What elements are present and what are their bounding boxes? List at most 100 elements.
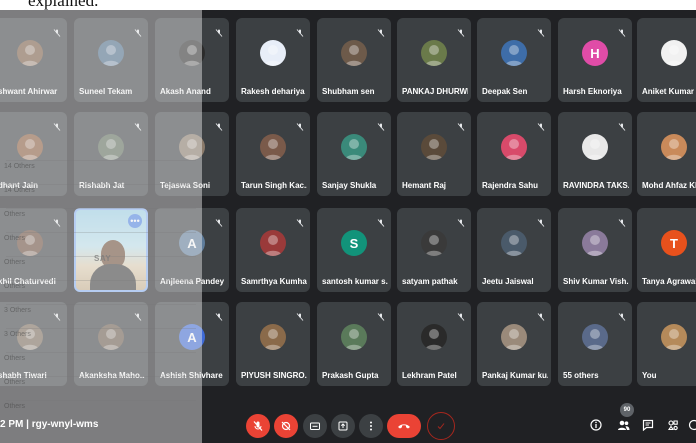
mic-muted-icon	[457, 24, 465, 37]
mic-off-button[interactable]	[246, 414, 270, 438]
participant-name: Aniket Kumar	[642, 87, 695, 96]
participant-name: santosh kumar s...	[322, 277, 388, 286]
mic-muted-icon	[457, 214, 465, 227]
camera-off-icon	[281, 421, 291, 431]
meeting-code: 2 PM | rgy-wnyl-wms	[0, 419, 99, 430]
overlay-row-divider	[6, 208, 196, 209]
participant-name: Shiv Kumar Vish...	[563, 277, 629, 286]
people-icon	[618, 420, 630, 430]
mic-muted-icon	[537, 24, 545, 37]
participant-tile[interactable]: Sanjay Shukla	[317, 112, 391, 196]
participant-avatar	[501, 230, 527, 256]
participant-name: Rajendra Sahu	[482, 181, 539, 190]
participant-tile[interactable]: Tarun Singh Kac...	[236, 112, 310, 196]
participant-tile[interactable]: Aniket Kumar	[637, 18, 696, 102]
activities-button[interactable]	[667, 418, 679, 436]
participant-tile[interactable]: Rakesh dehariya	[236, 18, 310, 102]
participant-name: Rakesh dehariya	[241, 87, 305, 96]
overlay-row-label: 14 Others	[4, 187, 35, 194]
participant-tile[interactable]: PANKAJ DHURWE	[397, 18, 471, 102]
more-options-button[interactable]	[359, 414, 383, 438]
overlay-row-divider	[6, 376, 196, 377]
participant-avatar	[501, 40, 527, 66]
camera-off-button[interactable]	[274, 414, 298, 438]
overlay-row-label: Others	[4, 235, 26, 242]
mic-muted-icon	[296, 214, 304, 227]
mic-muted-icon	[618, 308, 626, 321]
chat-button[interactable]	[642, 418, 654, 436]
mic-muted-icon	[537, 118, 545, 131]
host-controls-icon	[688, 419, 696, 431]
mic-muted-icon	[296, 118, 304, 131]
overlay-row-label: 3 Others	[4, 307, 31, 314]
participant-tile[interactable]: Prakash Gupta	[317, 302, 391, 386]
overlay-row-divider	[6, 160, 196, 161]
mic-muted-icon	[457, 308, 465, 321]
check-icon	[437, 423, 445, 430]
participant-avatar	[341, 134, 367, 160]
mic-muted-icon	[537, 214, 545, 227]
participant-avatar: H	[582, 40, 608, 66]
participant-tile[interactable]: You	[637, 302, 696, 386]
overlay-row-divider	[6, 184, 196, 185]
participant-name: Hemant Raj	[402, 181, 447, 190]
overlay-row-divider	[6, 232, 196, 233]
participant-tile[interactable]: Jeetu Jaiswal	[477, 208, 551, 292]
participant-tile[interactable]: Deepak Sen	[477, 18, 551, 102]
people-button[interactable]	[617, 418, 630, 436]
participant-tile[interactable]: 55 others	[558, 302, 632, 386]
participant-tile[interactable]: RAVINDRA TAKS...	[558, 112, 632, 196]
participant-tile[interactable]: Pankaj Kumar ku...	[477, 302, 551, 386]
participant-tile[interactable]: satyam pathak	[397, 208, 471, 292]
participant-tile[interactable]: Rajendra Sahu	[477, 112, 551, 196]
participant-avatar	[661, 40, 687, 66]
present-button[interactable]	[331, 414, 355, 438]
participant-name: Jeetu Jaiswal	[482, 277, 534, 286]
mic-muted-icon	[377, 214, 385, 227]
mic-muted-icon	[457, 118, 465, 131]
mic-muted-icon	[537, 308, 545, 321]
participant-avatar	[260, 134, 286, 160]
participant-tile[interactable]: T Tanya Agrawal	[637, 208, 696, 292]
host-controls-button[interactable]	[688, 418, 696, 436]
mic-muted-icon	[215, 118, 223, 131]
participant-tile[interactable]: Shiv Kumar Vish...	[558, 208, 632, 292]
mic-muted-icon	[296, 24, 304, 37]
participant-name: Samrthya Kumhar	[241, 277, 307, 286]
mic-muted-icon	[618, 118, 626, 131]
bottom-toolbar: 2 PM | rgy-wnyl-wms 90	[0, 400, 696, 443]
overlay-row-label: Others	[4, 283, 26, 290]
participant-name: satyam pathak	[402, 277, 458, 286]
captions-icon	[310, 422, 320, 430]
participant-name: Shubham sen	[322, 87, 375, 96]
mic-off-icon	[253, 421, 263, 431]
participant-tile[interactable]: Shubham sen	[317, 18, 391, 102]
participant-tile[interactable]: Hemant Raj	[397, 112, 471, 196]
mic-muted-icon	[215, 214, 223, 227]
phone-hangup-icon	[398, 424, 410, 429]
participant-name: Prakash Gupta	[322, 371, 379, 380]
participant-name: Pankaj Kumar ku...	[482, 371, 548, 380]
leave-call-button[interactable]	[387, 414, 421, 438]
participant-tile[interactable]: PIYUSH SINGRO...	[236, 302, 310, 386]
chat-icon	[642, 419, 654, 432]
overlay-row-label: Others	[4, 355, 26, 362]
participant-tile[interactable]: Mohd Ahfaz Kh	[637, 112, 696, 196]
participant-avatar: T	[661, 230, 687, 256]
captions-button[interactable]	[303, 414, 327, 438]
overlay-row-divider	[6, 280, 196, 281]
participant-name: Sanjay Shukla	[322, 181, 377, 190]
participant-tile[interactable]: Samrthya Kumhar	[236, 208, 310, 292]
participant-avatar	[260, 230, 286, 256]
participant-avatar	[661, 324, 687, 350]
participant-avatar	[501, 134, 527, 160]
mic-muted-icon	[618, 24, 626, 37]
participant-tile[interactable]: H Harsh Eknoriya	[558, 18, 632, 102]
overlay-row-divider	[6, 328, 196, 329]
info-button[interactable]	[590, 418, 602, 436]
participant-tile[interactable]: Ssantosh kumar s...	[317, 208, 391, 292]
participant-tile[interactable]: Lekhram Patel	[397, 302, 471, 386]
participant-name: You	[642, 371, 657, 380]
mic-muted-icon	[215, 308, 223, 321]
participant-name: RAVINDRA TAKS...	[563, 181, 629, 190]
